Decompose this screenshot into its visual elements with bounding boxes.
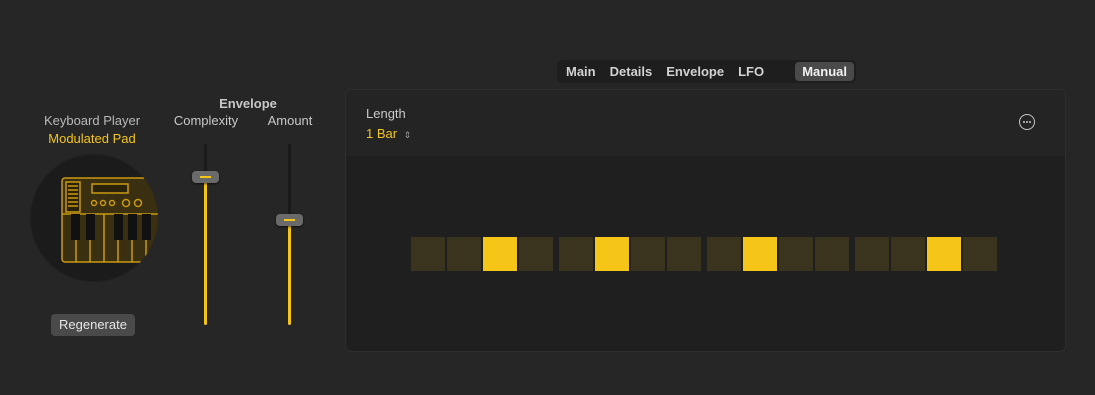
step-16[interactable] [963, 237, 997, 271]
step-2[interactable] [447, 237, 481, 271]
step-14[interactable] [891, 237, 925, 271]
tab-details[interactable]: Details [603, 62, 660, 81]
length-label: Length [366, 106, 406, 121]
step-10[interactable] [743, 237, 777, 271]
ellipsis-circle-icon[interactable] [1019, 114, 1035, 130]
step-9[interactable] [707, 237, 741, 271]
amount-label: Amount [267, 113, 313, 128]
step-1[interactable] [411, 237, 445, 271]
tab-manual[interactable]: Manual [795, 62, 854, 81]
panel-header [346, 90, 1065, 156]
step-sequencer [411, 237, 997, 271]
tab-main[interactable]: Main [559, 62, 603, 81]
length-value: 1 Bar [366, 126, 398, 141]
regenerate-button[interactable]: Regenerate [51, 314, 135, 336]
step-5[interactable] [559, 237, 593, 271]
amount-slider-fill [288, 220, 291, 325]
amount-slider-thumb[interactable] [276, 214, 303, 227]
player-title: Keyboard Player [43, 113, 141, 128]
complexity-slider-fill [204, 176, 207, 325]
preset-name[interactable]: Modulated Pad [0, 131, 184, 146]
tab-envelope[interactable]: Envelope [659, 62, 731, 81]
chevron-updown-icon: ⇕ [403, 130, 412, 140]
step-15[interactable] [927, 237, 961, 271]
complexity-label: Complexity [173, 113, 239, 128]
synth-keyboard-icon [30, 154, 158, 282]
step-6[interactable] [595, 237, 629, 271]
step-8[interactable] [667, 237, 701, 271]
step-13[interactable] [855, 237, 889, 271]
tab-lfo[interactable]: LFO [731, 62, 771, 81]
step-4[interactable] [519, 237, 553, 271]
envelope-title: Envelope [219, 96, 277, 111]
step-12[interactable] [815, 237, 849, 271]
length-popup[interactable]: 1 Bar ⇕ [366, 126, 411, 141]
tab-bar: Main Details Envelope LFO Manual [557, 60, 856, 83]
step-3[interactable] [483, 237, 517, 271]
complexity-slider-thumb[interactable] [192, 170, 219, 183]
step-11[interactable] [779, 237, 813, 271]
step-7[interactable] [631, 237, 665, 271]
manual-pattern-panel: Length 1 Bar ⇕ [345, 89, 1066, 352]
